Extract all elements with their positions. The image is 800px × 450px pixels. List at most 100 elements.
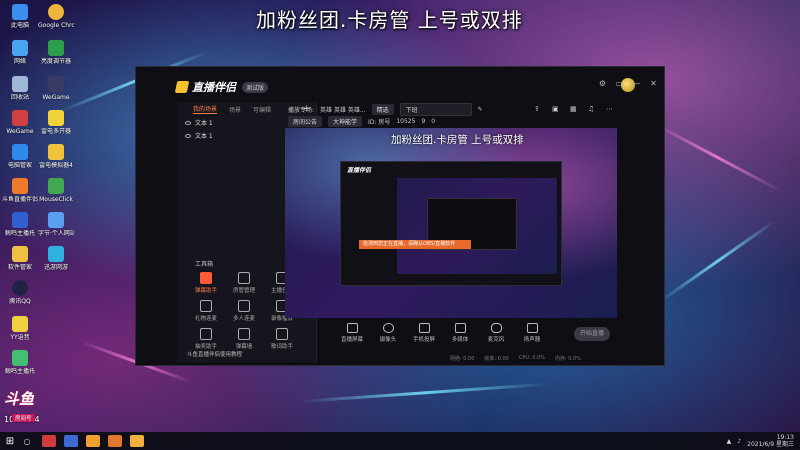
tutorial-link[interactable]: 斗鱼直播伴侣使用教程 <box>187 350 242 358</box>
app-logo: 直播伴侣 <box>174 79 236 95</box>
taskbar-app[interactable] <box>130 435 144 447</box>
desktop-icons: 此电脑 Google Chrome 网络 亮度调节器 回收站 WeGame We… <box>0 0 80 420</box>
desktop-icon[interactable]: 雷电多开器 <box>38 110 74 142</box>
tool-danmaku-wall[interactable]: 弹幕墙 <box>225 328 263 350</box>
desktop-icon[interactable]: 网络 <box>2 40 38 72</box>
system-tray: ▲ ♪ 19:13 2021/6/9 星期三 <box>727 432 794 450</box>
tab-my-scenes[interactable]: 我的场景 <box>193 104 218 114</box>
topbar-row: 房间公告 大神能学 ID: 房号 10525 9 0 <box>288 115 618 127</box>
phone-cast-button[interactable]: 手机投屏 <box>412 323 436 343</box>
desktop-icon[interactable]: YY语音 <box>2 316 38 348</box>
volume-icon[interactable]: ♪ <box>737 438 741 445</box>
minimize-icon[interactable]: — <box>632 79 641 88</box>
eye-icon[interactable] <box>185 133 191 138</box>
warning-tip: 检测到您正在直播，请确认OBS/直播软件 <box>359 240 471 249</box>
edit-pill[interactable]: 大神能学 <box>328 115 363 127</box>
share-icon[interactable]: ⇪ <box>534 105 542 113</box>
speaker-button[interactable]: 扬声器 <box>520 323 544 343</box>
desktop-icon[interactable]: 迅游网游 <box>38 246 74 278</box>
desktop-icon[interactable]: WeGame <box>38 76 74 108</box>
live-preview[interactable]: 加粉丝团.卡房管 上号或双排 直播伴侣 检测到您正在直播，请确认OBS/直播软件 <box>285 128 617 318</box>
camera-button[interactable]: 摄像头 <box>376 323 400 343</box>
phone-icon <box>418 323 430 333</box>
desktop-icon[interactable]: 腾讯QQ <box>2 280 38 312</box>
eye-icon[interactable] <box>185 120 191 125</box>
start-live-button[interactable]: 开始直播 <box>574 327 610 341</box>
desktop-icon[interactable]: 回收站 <box>2 76 38 108</box>
settings-icon[interactable]: ⚙ <box>598 79 607 88</box>
tool-lyrics[interactable]: 歌词助手 <box>263 328 301 350</box>
chrome-icon <box>48 4 64 20</box>
restore-icon[interactable]: ▭ <box>615 79 624 88</box>
taskbar: ⊞ ○ ▲ ♪ 19:13 2021/6/9 星期三 <box>0 432 800 450</box>
wallpaper-streak <box>299 382 550 403</box>
tool-lottery[interactable]: 抽奖助手 <box>187 328 225 350</box>
media-icon <box>454 323 466 333</box>
app-icon <box>48 76 64 92</box>
desktop-icon[interactable]: Google Chrome <box>38 4 74 36</box>
topbar-actions: ⇪ ▣ ▦ ♫ ⋯ <box>534 105 614 113</box>
speaker-icon <box>526 323 538 333</box>
desktop-icon[interactable]: 字节·个人网站 <box>38 212 74 244</box>
chat-icon <box>200 272 212 284</box>
desktop-icon[interactable]: 斗鱼直播伴侣 <box>2 178 38 210</box>
mic-button[interactable]: 麦克风 <box>484 323 508 343</box>
network-icon <box>12 40 28 56</box>
nested-app-window: 直播伴侣 检测到您正在直播，请确认OBS/直播软件 <box>340 161 562 286</box>
stream-headline: 加粉丝团.卡房管 上号或双排 <box>256 8 523 32</box>
camera-icon <box>382 323 394 333</box>
close-icon[interactable]: ✕ <box>649 79 658 88</box>
start-button[interactable]: ⊞ <box>0 432 20 450</box>
nested-preview <box>397 178 557 274</box>
taskbar-app[interactable] <box>42 435 56 447</box>
taskbar-app[interactable] <box>108 435 122 447</box>
live-title-field[interactable]: 下班 <box>399 102 472 116</box>
user-icon <box>238 272 250 284</box>
score-count: 0 <box>431 117 436 125</box>
taskbar-app[interactable] <box>86 435 100 447</box>
tool-room-admin[interactable]: 房管管理 <box>225 272 263 294</box>
desktop-icon[interactable]: 此电脑 <box>2 4 38 36</box>
desktop-icon[interactable]: 鲸鸣主播托 <box>2 212 38 244</box>
calendar-icon[interactable]: ▦ <box>570 105 578 113</box>
desktop-icon[interactable]: 雷电模拟器4 <box>38 144 74 176</box>
desktop-icon[interactable]: 软件管家 <box>2 246 38 278</box>
tab-scenes[interactable]: 场景 <box>229 105 241 114</box>
app-icon <box>48 144 64 160</box>
screen-capture-button[interactable]: 直播屏幕 <box>340 323 364 343</box>
window-controls: ⚙ ▭ — ✕ <box>598 79 658 88</box>
desktop-icon[interactable]: 亮度调节器 <box>38 40 74 72</box>
link-icon <box>238 300 250 312</box>
desktop-icon[interactable]: WeGame <box>2 110 38 142</box>
media-button[interactable]: 多媒体 <box>448 323 472 343</box>
app-icon <box>48 178 64 194</box>
version-badge: 测试版 <box>242 81 269 93</box>
qq-icon <box>12 280 28 296</box>
taskbar-app[interactable] <box>64 435 78 447</box>
tab-editable[interactable]: 可编辑 <box>253 105 271 114</box>
category-value[interactable]: 英雄 英雄 英雄... <box>320 105 366 114</box>
desktop-icon[interactable]: MouseClick <box>38 178 74 210</box>
tool-danmaku-helper[interactable]: 弹幕助手 <box>187 272 225 294</box>
edit-icon[interactable]: ✎ <box>478 106 483 113</box>
screen-icon <box>346 323 358 333</box>
douyu-logo: 斗鱼 <box>4 390 35 408</box>
app-icon <box>12 212 28 228</box>
more-icon[interactable]: ⋯ <box>606 105 614 113</box>
app-titlebar: 直播伴侣 测试版 ⚙ ▭ — ✕ <box>174 73 666 101</box>
clock[interactable]: 19:13 2021/6/9 星期三 <box>747 434 794 448</box>
desktop-icon[interactable]: 鲸鸣主播托 <box>2 350 38 382</box>
tag-pill[interactable]: 精选 <box>371 103 394 115</box>
app-icon <box>12 316 28 332</box>
tool-gift-link[interactable]: 礼物连麦 <box>187 300 225 322</box>
wallpaper-streak <box>649 120 784 194</box>
search-icon[interactable]: ○ <box>20 437 34 446</box>
network-icon[interactable]: ▲ <box>727 438 732 445</box>
bell-icon[interactable]: ♫ <box>588 105 596 113</box>
shop-icon[interactable]: ▣ <box>552 105 560 113</box>
tool-multi-link[interactable]: 多人连麦 <box>225 300 263 322</box>
announce-pill[interactable]: 房间公告 <box>288 115 323 127</box>
desktop-icon[interactable]: 电脑管家 <box>2 144 38 176</box>
computer-icon <box>12 4 28 20</box>
wall-icon <box>238 328 250 340</box>
